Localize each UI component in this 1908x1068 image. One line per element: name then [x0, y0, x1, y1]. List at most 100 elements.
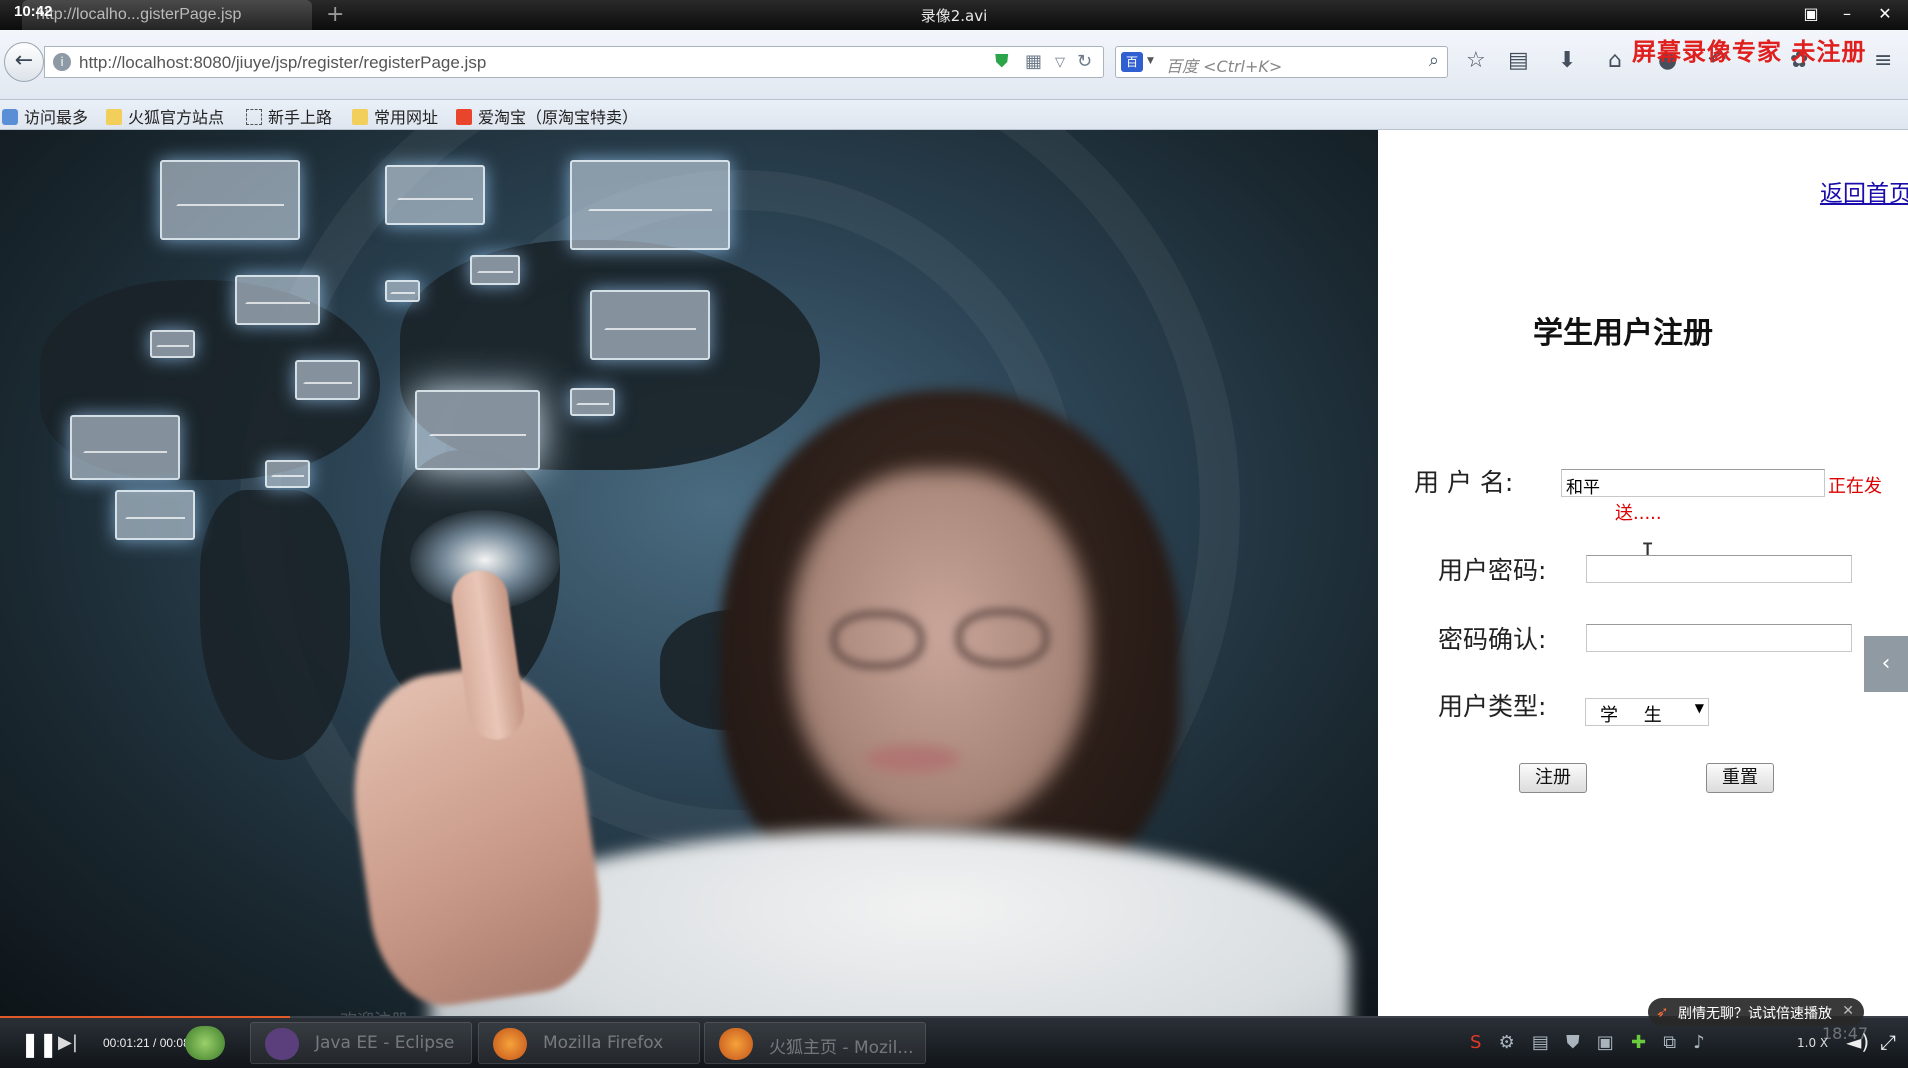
- confirm-password-label: 密码确认:: [1438, 625, 1547, 654]
- user-type-value: 学 生: [1600, 705, 1672, 726]
- bookmark-common-sites[interactable]: 常用网址: [352, 104, 438, 128]
- back-to-home-link[interactable]: 返回首页: [1820, 174, 1908, 208]
- back-arrow-icon: ←: [14, 48, 34, 73]
- tray-icon[interactable]: ▤: [1532, 1032, 1549, 1053]
- envelope-icon: [385, 280, 420, 302]
- fullscreen-icon[interactable]: ⤢: [1880, 1030, 1896, 1054]
- page-viewport: 返回首页 学生用户注册 用 户 名: 和平 正在发 送..... I 用户密码:…: [0, 130, 1908, 1018]
- bookmark-firefox-site[interactable]: 火狐官方站点: [106, 104, 224, 128]
- back-button[interactable]: ←: [4, 42, 44, 82]
- toast-text: 剧情无聊？试试倍速播放: [1678, 1006, 1832, 1022]
- bookmarks-menu-icon[interactable]: ▤: [1508, 48, 1529, 73]
- password-label: 用户密码:: [1438, 556, 1547, 585]
- registration-panel: 返回首页 学生用户注册 用 户 名: 和平 正在发 送..... I 用户密码:…: [1378, 130, 1908, 1018]
- tray-icon[interactable]: ⧉: [1663, 1032, 1676, 1053]
- download-icon[interactable]: ⬇: [1558, 48, 1576, 73]
- taobao-icon: [456, 109, 472, 125]
- user-type-select[interactable]: 学 生 ▼: [1585, 698, 1709, 726]
- restore-window-icon[interactable]: ▣: [1798, 2, 1824, 26]
- firefox-icon: [719, 1028, 753, 1060]
- pause-icon[interactable]: ❚❚: [20, 1030, 58, 1058]
- confirm-password-input[interactable]: [1586, 624, 1852, 652]
- continent-south-america: [200, 490, 350, 760]
- eclipse-icon: [265, 1028, 299, 1060]
- site-info-icon[interactable]: i: [53, 53, 71, 71]
- username-input[interactable]: 和平: [1561, 469, 1825, 498]
- player-title-bar: http://localho...gisterPage.jsp + 10:42 …: [0, 0, 1908, 32]
- engine-dropdown-icon[interactable]: ▼: [1147, 56, 1154, 66]
- home-icon[interactable]: ⌂: [1608, 48, 1622, 73]
- envelope-icon: [415, 390, 540, 470]
- password-input[interactable]: [1586, 555, 1852, 583]
- page-icon: [246, 109, 262, 125]
- envelope-icon: [160, 160, 300, 240]
- bookmark-getting-started[interactable]: 新手上路: [246, 104, 332, 128]
- envelope-icon: [115, 490, 195, 540]
- search-icon[interactable]: ⌕: [1429, 50, 1439, 71]
- sogou-icon[interactable]: S: [1470, 1032, 1481, 1053]
- qr-code-icon[interactable]: ▦: [1025, 51, 1042, 72]
- player-control-bar: ❚❚ ▶| 00:01:21 / 00:08:52 Java EE - Ecli…: [0, 1018, 1908, 1068]
- navigation-toolbar: ← i http://localhost:8080/jiuye/jsp/regi…: [0, 30, 1908, 100]
- shield-icon[interactable]: ⛊: [995, 51, 1009, 72]
- baidu-engine-icon[interactable]: 百: [1121, 52, 1143, 72]
- woman-lips: [865, 745, 960, 773]
- most-visited-icon: [2, 109, 18, 125]
- chevron-down-icon: ▼: [1694, 701, 1704, 715]
- address-bar[interactable]: i http://localhost:8080/jiuye/jsp/regist…: [44, 46, 1104, 78]
- tray-icon[interactable]: ⚙: [1499, 1032, 1515, 1053]
- bookmark-star-icon[interactable]: ☆: [1466, 48, 1486, 73]
- system-tray: S ⚙ ▤ ⛊ ▣ ✚ ⧉ ♪: [1470, 1032, 1705, 1053]
- folder-icon: [106, 109, 122, 125]
- tray-icon[interactable]: ▣: [1597, 1032, 1614, 1053]
- rocket-icon: ➶: [1656, 1003, 1669, 1021]
- close-icon[interactable]: ✕: [1842, 1003, 1854, 1019]
- sending-status: 正在发: [1828, 476, 1882, 497]
- reset-button[interactable]: 重置: [1706, 763, 1774, 793]
- minimize-icon[interactable]: –: [1834, 2, 1860, 26]
- menu-icon[interactable]: ≡: [1874, 48, 1892, 73]
- taskbar-item-eclipse[interactable]: Java EE - Eclipse: [250, 1022, 472, 1064]
- chevron-left-icon: ‹: [1881, 651, 1891, 676]
- envelope-icon: [235, 275, 320, 325]
- start-orb-icon[interactable]: [185, 1026, 225, 1060]
- next-icon[interactable]: ▶|: [58, 1032, 78, 1053]
- taskbar-item-firefox[interactable]: Mozilla Firefox: [478, 1022, 700, 1064]
- envelope-icon: [590, 290, 710, 360]
- bookmarks-bar: 访问最多 火狐官方站点 新手上路 常用网址 爱淘宝（原淘宝特卖）: [0, 100, 1908, 130]
- hero-image: [0, 130, 1378, 1018]
- envelope-icon: [265, 460, 310, 488]
- envelope-icon: [570, 160, 730, 250]
- recorder-watermark: 屏幕录像专家 未注册: [1632, 37, 1867, 66]
- glasses-right: [955, 608, 1050, 668]
- folder-icon: [352, 109, 368, 125]
- search-box[interactable]: 百 ▼ 百度 <Ctrl+K> ⌕: [1115, 46, 1448, 78]
- close-icon[interactable]: ✕: [1872, 2, 1898, 26]
- speed-tip-toast[interactable]: ➶ 剧情无聊？试试倍速播放 ✕: [1648, 998, 1864, 1026]
- side-panel-toggle[interactable]: ‹: [1864, 636, 1908, 692]
- url-text[interactable]: http://localhost:8080/jiuye/jsp/register…: [79, 53, 486, 73]
- speaker-icon[interactable]: ♪: [1693, 1032, 1705, 1053]
- envelope-icon: [570, 388, 615, 416]
- video-title: 录像2.avi: [920, 7, 988, 25]
- envelope-icon: [150, 330, 195, 358]
- username-label: 用 户 名:: [1414, 468, 1514, 497]
- dropdown-arrow-icon[interactable]: ▽: [1055, 55, 1065, 70]
- tray-clock: 18:47: [1822, 1024, 1869, 1043]
- envelope-icon: [470, 255, 520, 285]
- reload-icon[interactable]: ↻: [1077, 51, 1092, 72]
- glasses-left: [830, 610, 925, 670]
- sending-status-continued: 送.....: [1615, 503, 1662, 524]
- form-title: 学生用户注册: [1533, 316, 1713, 351]
- firefox-icon: [493, 1028, 527, 1060]
- bookmark-most-visited[interactable]: 访问最多: [2, 104, 88, 128]
- shield-icon[interactable]: ⛊: [1566, 1032, 1580, 1053]
- bookmark-taobao[interactable]: 爱淘宝（原淘宝特卖）: [456, 104, 638, 128]
- envelope-icon: [385, 165, 485, 225]
- register-button[interactable]: 注册: [1519, 763, 1587, 793]
- plus-icon[interactable]: ✚: [1631, 1032, 1646, 1053]
- envelope-icon: [295, 360, 360, 400]
- search-placeholder: 百度 <Ctrl+K>: [1166, 57, 1283, 76]
- taskbar-item-firefox-home[interactable]: 火狐主页 - Mozil...: [704, 1022, 926, 1064]
- user-type-label: 用户类型:: [1438, 692, 1547, 721]
